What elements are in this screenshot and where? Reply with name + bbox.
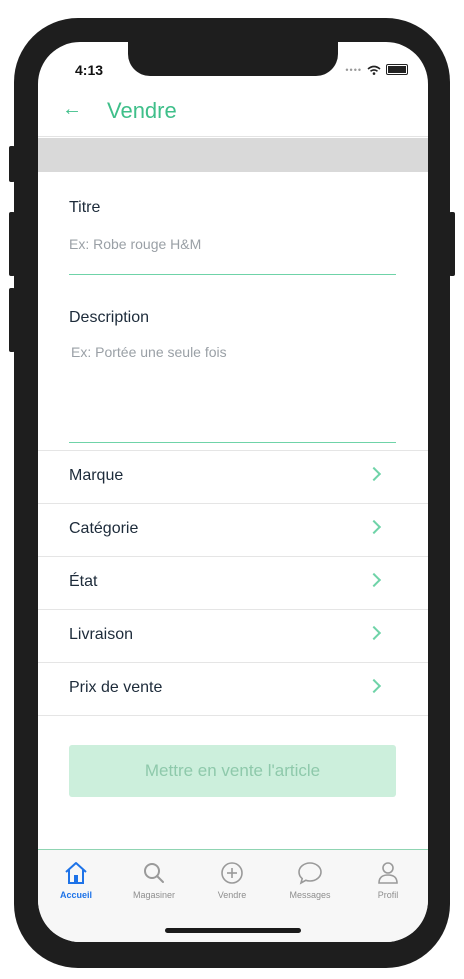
- plus-circle-icon: [221, 862, 243, 884]
- home-indicator: [165, 928, 301, 933]
- status-time: 4:13: [75, 62, 104, 78]
- page-title: Vendre: [107, 98, 177, 123]
- description-label: Description: [69, 309, 150, 326]
- chevron-right-icon: [366, 678, 382, 694]
- photo-placeholder-band: [38, 138, 428, 172]
- signal-icon: ••••: [345, 64, 362, 75]
- title-underline: [69, 274, 396, 275]
- option-label: État: [69, 573, 98, 590]
- search-icon: [144, 863, 164, 883]
- tab-label: Magasiner: [132, 890, 176, 900]
- back-arrow-icon[interactable]: ←: [62, 98, 82, 121]
- description-underline: [69, 442, 396, 443]
- chevron-right-icon: [366, 519, 382, 535]
- description-input[interactable]: [71, 344, 398, 424]
- title-input[interactable]: [69, 234, 396, 254]
- battery-icon: [386, 64, 408, 75]
- volume-up-button: [9, 212, 15, 276]
- phone-screen: 4:13 •••• ← Vendre Titre Description Mar…: [38, 42, 428, 942]
- tab-vendre[interactable]: Vendre: [197, 860, 267, 900]
- power-button: [449, 212, 455, 276]
- volume-down-button: [9, 288, 15, 352]
- status-icons: ••••: [345, 64, 408, 75]
- option-row-livraison[interactable]: Livraison: [38, 609, 428, 662]
- tab-label: Vendre: [217, 890, 247, 900]
- title-label: Titre: [69, 199, 101, 216]
- tab-profil[interactable]: Profil: [353, 860, 423, 900]
- chat-bubble-icon: [298, 862, 322, 885]
- option-row-etat[interactable]: État: [38, 556, 428, 609]
- notch: [128, 42, 338, 76]
- option-label: Livraison: [69, 626, 134, 643]
- tab-messages[interactable]: Messages: [275, 860, 345, 900]
- chevron-right-icon: [366, 572, 382, 588]
- option-label: Marque: [69, 467, 124, 484]
- option-row-categorie[interactable]: Catégorie: [38, 503, 428, 556]
- tab-label: Accueil: [59, 890, 92, 900]
- options-list: Marque Catégorie État Livraison Prix de …: [38, 450, 428, 716]
- tab-label: Profil: [377, 890, 399, 900]
- submit-listing-button[interactable]: Mettre en vente l'article: [69, 745, 396, 797]
- tab-magasiner[interactable]: Magasiner: [119, 860, 189, 900]
- option-label: Catégorie: [69, 520, 139, 537]
- option-row-prix-de-vente[interactable]: Prix de vente: [38, 662, 428, 716]
- silent-switch: [9, 146, 15, 182]
- tab-accueil[interactable]: Accueil: [41, 860, 111, 900]
- person-icon: [378, 862, 398, 884]
- chevron-right-icon: [366, 466, 382, 482]
- home-icon: [65, 862, 87, 884]
- option-row-marque[interactable]: Marque: [38, 450, 428, 503]
- chevron-right-icon: [366, 625, 382, 641]
- option-label: Prix de vente: [69, 679, 163, 696]
- tab-label: Messages: [289, 890, 331, 900]
- app-header: ← Vendre: [38, 86, 428, 137]
- wifi-icon: [367, 65, 381, 75]
